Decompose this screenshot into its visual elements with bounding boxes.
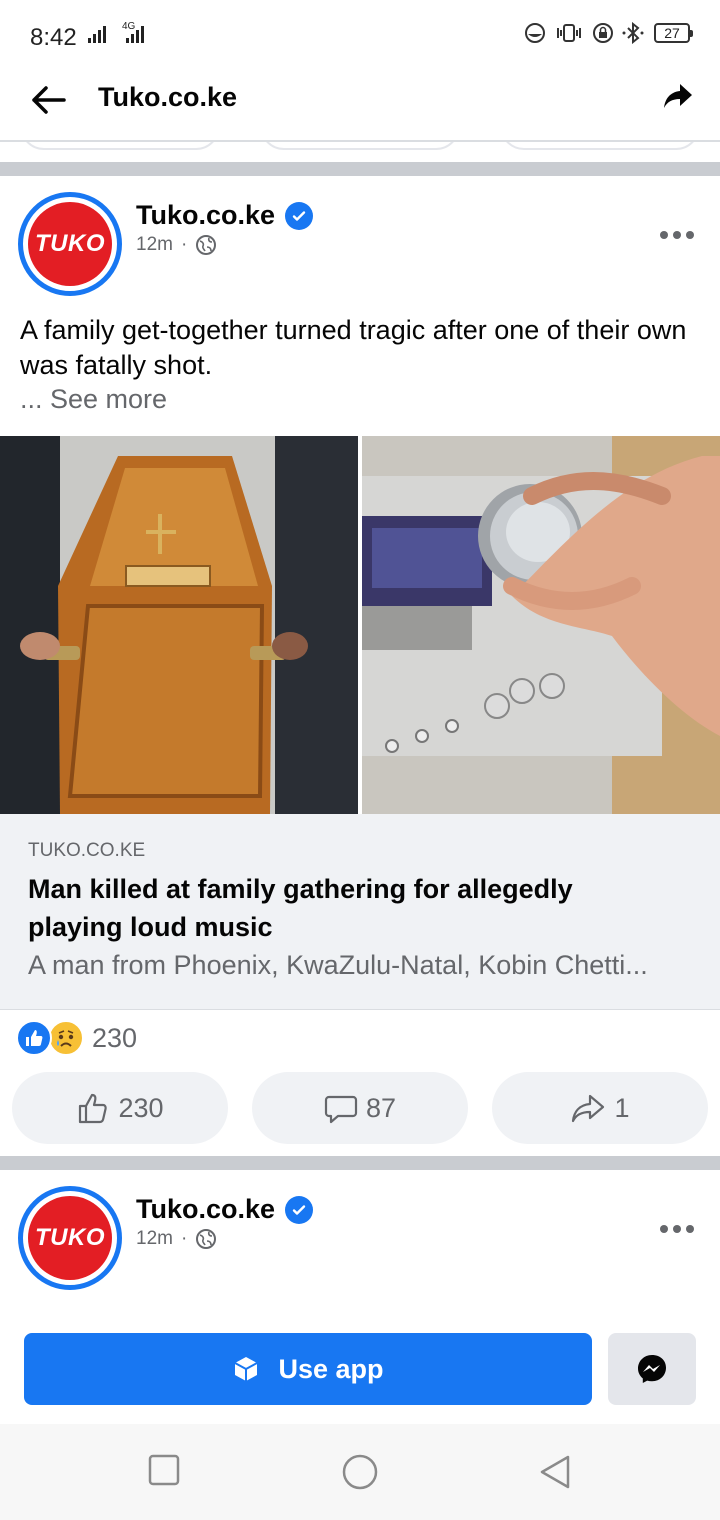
like-count: 230 xyxy=(118,1092,164,1123)
status-bar: 8:42 4G 27 xyxy=(0,0,720,70)
bluetooth-icon xyxy=(622,22,644,44)
more-options-button[interactable] xyxy=(660,1225,694,1237)
status-time: 8:42 xyxy=(30,24,77,51)
page-title: Tuko.co.ke xyxy=(98,82,238,112)
thumbs-up-icon xyxy=(79,1093,108,1124)
home-button[interactable] xyxy=(340,1454,380,1490)
use-app-button[interactable]: Use app xyxy=(24,1333,592,1405)
post-author: Tuko.co.ke xyxy=(136,200,314,231)
link-description: A man from Phoenix, KwaZulu-Natal, Kobin… xyxy=(28,950,648,980)
status-icons: 27 xyxy=(524,22,693,44)
post-author-name[interactable]: Tuko.co.ke xyxy=(136,1194,275,1225)
back-nav-button[interactable] xyxy=(538,1454,572,1490)
recents-button[interactable] xyxy=(148,1454,180,1486)
post-time[interactable]: 12m xyxy=(136,234,173,256)
like-reaction-icon xyxy=(16,1020,52,1056)
use-app-label: Use app xyxy=(278,1353,384,1384)
arrow-left-icon xyxy=(32,86,66,114)
back-button[interactable] xyxy=(28,80,68,120)
avatar[interactable]: TUKO xyxy=(18,1186,122,1290)
page-header: Tuko.co.ke xyxy=(0,70,720,142)
signal-icon xyxy=(88,26,106,43)
messenger-button[interactable] xyxy=(608,1333,696,1405)
post-meta: 12m · xyxy=(136,234,217,256)
sad-reaction-icon xyxy=(48,1020,84,1056)
avatar-logo-text: TUKO xyxy=(35,230,105,257)
post-author: Tuko.co.ke xyxy=(136,1194,314,1225)
globe-icon xyxy=(196,235,217,255)
link-domain: TUKO.CO.KE xyxy=(28,840,146,861)
post-actions: 230 87 1 xyxy=(12,1072,708,1144)
comment-button[interactable]: 87 xyxy=(252,1072,468,1144)
cube-icon xyxy=(234,1357,258,1381)
see-more-link[interactable]: ... See more xyxy=(20,384,167,415)
share-button[interactable]: 1 xyxy=(492,1072,708,1144)
like-button[interactable]: 230 xyxy=(12,1072,228,1144)
stereo-volume-photo[interactable] xyxy=(362,436,720,814)
share-count: 1 xyxy=(614,1092,630,1123)
reactions-summary[interactable]: 230 xyxy=(16,1018,137,1058)
post-meta: 12m · xyxy=(136,1228,217,1250)
vibrate-icon xyxy=(557,24,581,42)
link-preview[interactable]: TUKO.CO.KE Man killed at family gatherin… xyxy=(0,814,720,1010)
meta-dot: · xyxy=(180,234,188,255)
post-time[interactable]: 12m xyxy=(136,1228,173,1250)
messenger-icon xyxy=(638,1355,666,1383)
post-text: A family get-together turned tragic afte… xyxy=(20,315,687,380)
story-pills-strip xyxy=(0,142,720,152)
meta-dot: · xyxy=(180,1228,188,1249)
battery-icon: 27 xyxy=(654,23,693,43)
share-icon xyxy=(572,1094,605,1123)
verified-badge-icon xyxy=(285,1195,314,1224)
share-arrow-icon xyxy=(664,84,692,108)
share-page-button[interactable] xyxy=(662,80,694,112)
coffin-photo[interactable] xyxy=(0,436,358,814)
globe-icon xyxy=(196,1229,217,1249)
comment-count: 87 xyxy=(365,1092,397,1123)
feed-separator xyxy=(0,162,720,176)
post-images[interactable] xyxy=(0,434,720,814)
signal-icon-2 xyxy=(126,26,144,43)
comment-bubble-icon xyxy=(324,1095,358,1124)
avatar-logo-text: TUKO xyxy=(35,1224,105,1251)
data-saver-icon xyxy=(525,23,545,43)
link-title: Man killed at family gathering for alleg… xyxy=(28,874,573,942)
reactions-count: 230 xyxy=(92,1022,138,1053)
lock-rotation-icon xyxy=(593,23,613,43)
post-author-name[interactable]: Tuko.co.ke xyxy=(136,200,275,231)
more-options-button[interactable] xyxy=(660,231,694,243)
avatar[interactable]: TUKO xyxy=(18,192,122,296)
verified-badge-icon xyxy=(285,201,314,230)
system-nav-bar xyxy=(0,1424,720,1520)
feed-separator xyxy=(0,1156,720,1170)
